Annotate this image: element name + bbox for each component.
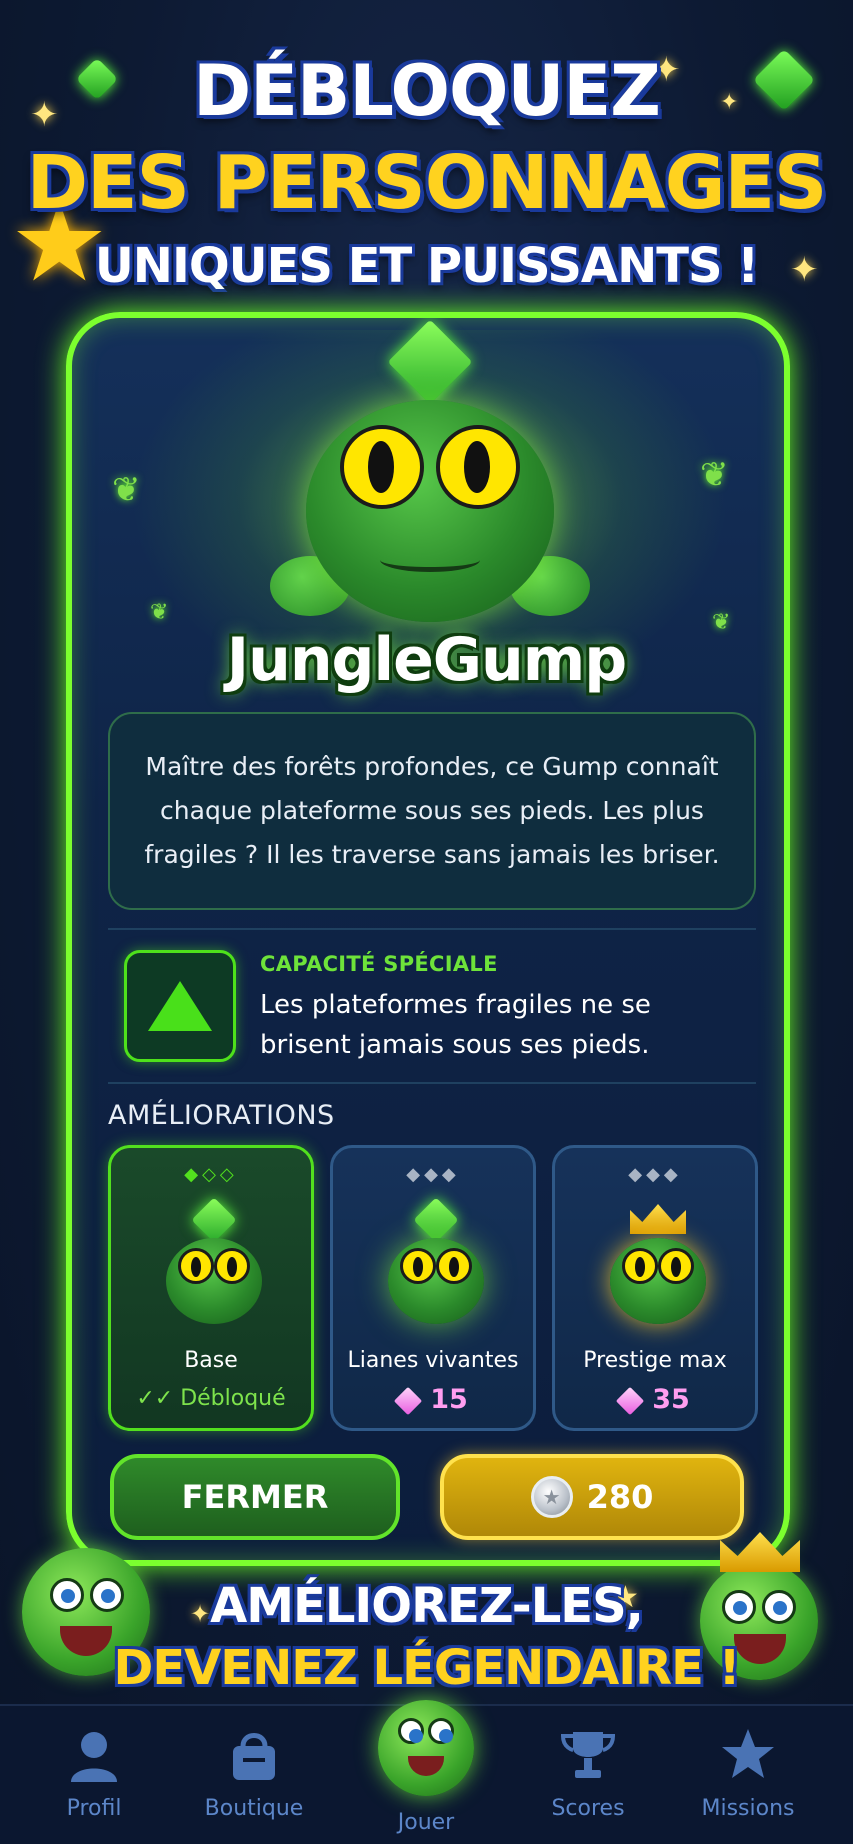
tier-dots: ◆◇◇: [184, 1164, 238, 1185]
leaf-crest-icon: [387, 319, 473, 405]
nav-item-boutique[interactable]: Boutique: [184, 1726, 324, 1821]
header-line-3: UNIQUES ET PUISSANTS !: [94, 238, 759, 294]
ability-description: Les plateformes fragiles ne se brisent j…: [260, 990, 651, 1060]
upgrade-label: Lianes vivantes: [347, 1348, 519, 1373]
leaf-icon: ❦: [150, 600, 169, 625]
nav-label: Boutique: [204, 1796, 304, 1821]
upgrade-card-lianes[interactable]: ◆◆◆ Lianes vivantes 15: [330, 1145, 536, 1431]
header-line-2: DES PERSONNAGES: [26, 140, 828, 226]
frog-body: [306, 400, 554, 622]
character-description: Maître des forêts profondes, ce Gump con…: [144, 752, 720, 869]
nav-label: Scores: [551, 1796, 625, 1821]
upgrade-label: Base: [184, 1348, 238, 1373]
coin-icon: ★: [530, 1476, 573, 1518]
frog-eye-left: [340, 425, 424, 509]
buy-price: 280: [586, 1478, 654, 1516]
gem-icon: [394, 1386, 423, 1415]
nav-label: Profil: [66, 1796, 122, 1821]
frog-mouth: [380, 548, 480, 572]
nav-item-jouer[interactable]: Jouer: [366, 1700, 486, 1844]
upgrade-status: ✓✓ Débloqué: [136, 1386, 286, 1411]
character-description-panel: Maître des forêts profondes, ce Gump con…: [108, 712, 756, 910]
upgrade-price: 15: [333, 1384, 533, 1415]
promo-line-2: DEVENEZ LÉGENDAIRE !: [113, 1640, 741, 1696]
divider: [108, 928, 756, 930]
close-button[interactable]: FERMER: [110, 1454, 400, 1540]
promo-header: DÉBLOQUEZ DES PERSONNAGES UNIQUES ET PUI…: [0, 20, 853, 310]
header-line-1: DÉBLOQUEZ: [193, 50, 661, 132]
upgrade-card-prestige[interactable]: ◆◆◆ Prestige max 35: [552, 1145, 758, 1431]
frog-eye-right: [436, 425, 520, 509]
ability-tree-icon: [124, 950, 236, 1062]
upgrade-price: 35: [555, 1384, 755, 1415]
nav-label: Missions: [701, 1796, 795, 1821]
frog-prestige-icon: [600, 1204, 716, 1328]
leaf-icon: ❦: [112, 470, 141, 510]
frog-base-icon: [156, 1197, 272, 1328]
upgrades-title: AMÉLIORATIONS: [108, 1100, 335, 1131]
promo-line-1: AMÉLIOREZ-LES,: [210, 1578, 644, 1634]
upgrade-label: Prestige max: [583, 1348, 727, 1373]
nav-item-scores[interactable]: Scores: [518, 1726, 658, 1821]
crown-icon: [630, 1204, 686, 1234]
divider: [108, 1082, 756, 1084]
tier-dots: ◆◆◆: [406, 1164, 460, 1185]
profile-icon: [65, 1726, 123, 1784]
nav-item-missions[interactable]: Missions: [678, 1726, 818, 1821]
character-portrait: [270, 319, 590, 630]
frog-lianes-icon: [378, 1197, 494, 1328]
trophy-icon: [559, 1726, 617, 1784]
star-icon: [719, 1726, 777, 1784]
upgrade-card-base[interactable]: ◆◇◇ Base ✓✓ Débloqué: [108, 1145, 314, 1431]
play-frog-icon: [378, 1700, 474, 1796]
leaf-icon: ❦: [700, 455, 729, 495]
buy-button[interactable]: ★ 280: [440, 1454, 744, 1540]
ability-label: CAPACITÉ SPÉCIALE: [260, 952, 498, 976]
shop-bag-icon: [225, 1726, 283, 1784]
nav-item-profil[interactable]: Profil: [24, 1726, 164, 1821]
tier-dots: ◆◆◆: [628, 1164, 682, 1185]
gem-icon: [616, 1386, 645, 1415]
nav-label: Jouer: [397, 1810, 455, 1835]
character-name: JungleGump: [226, 625, 627, 695]
